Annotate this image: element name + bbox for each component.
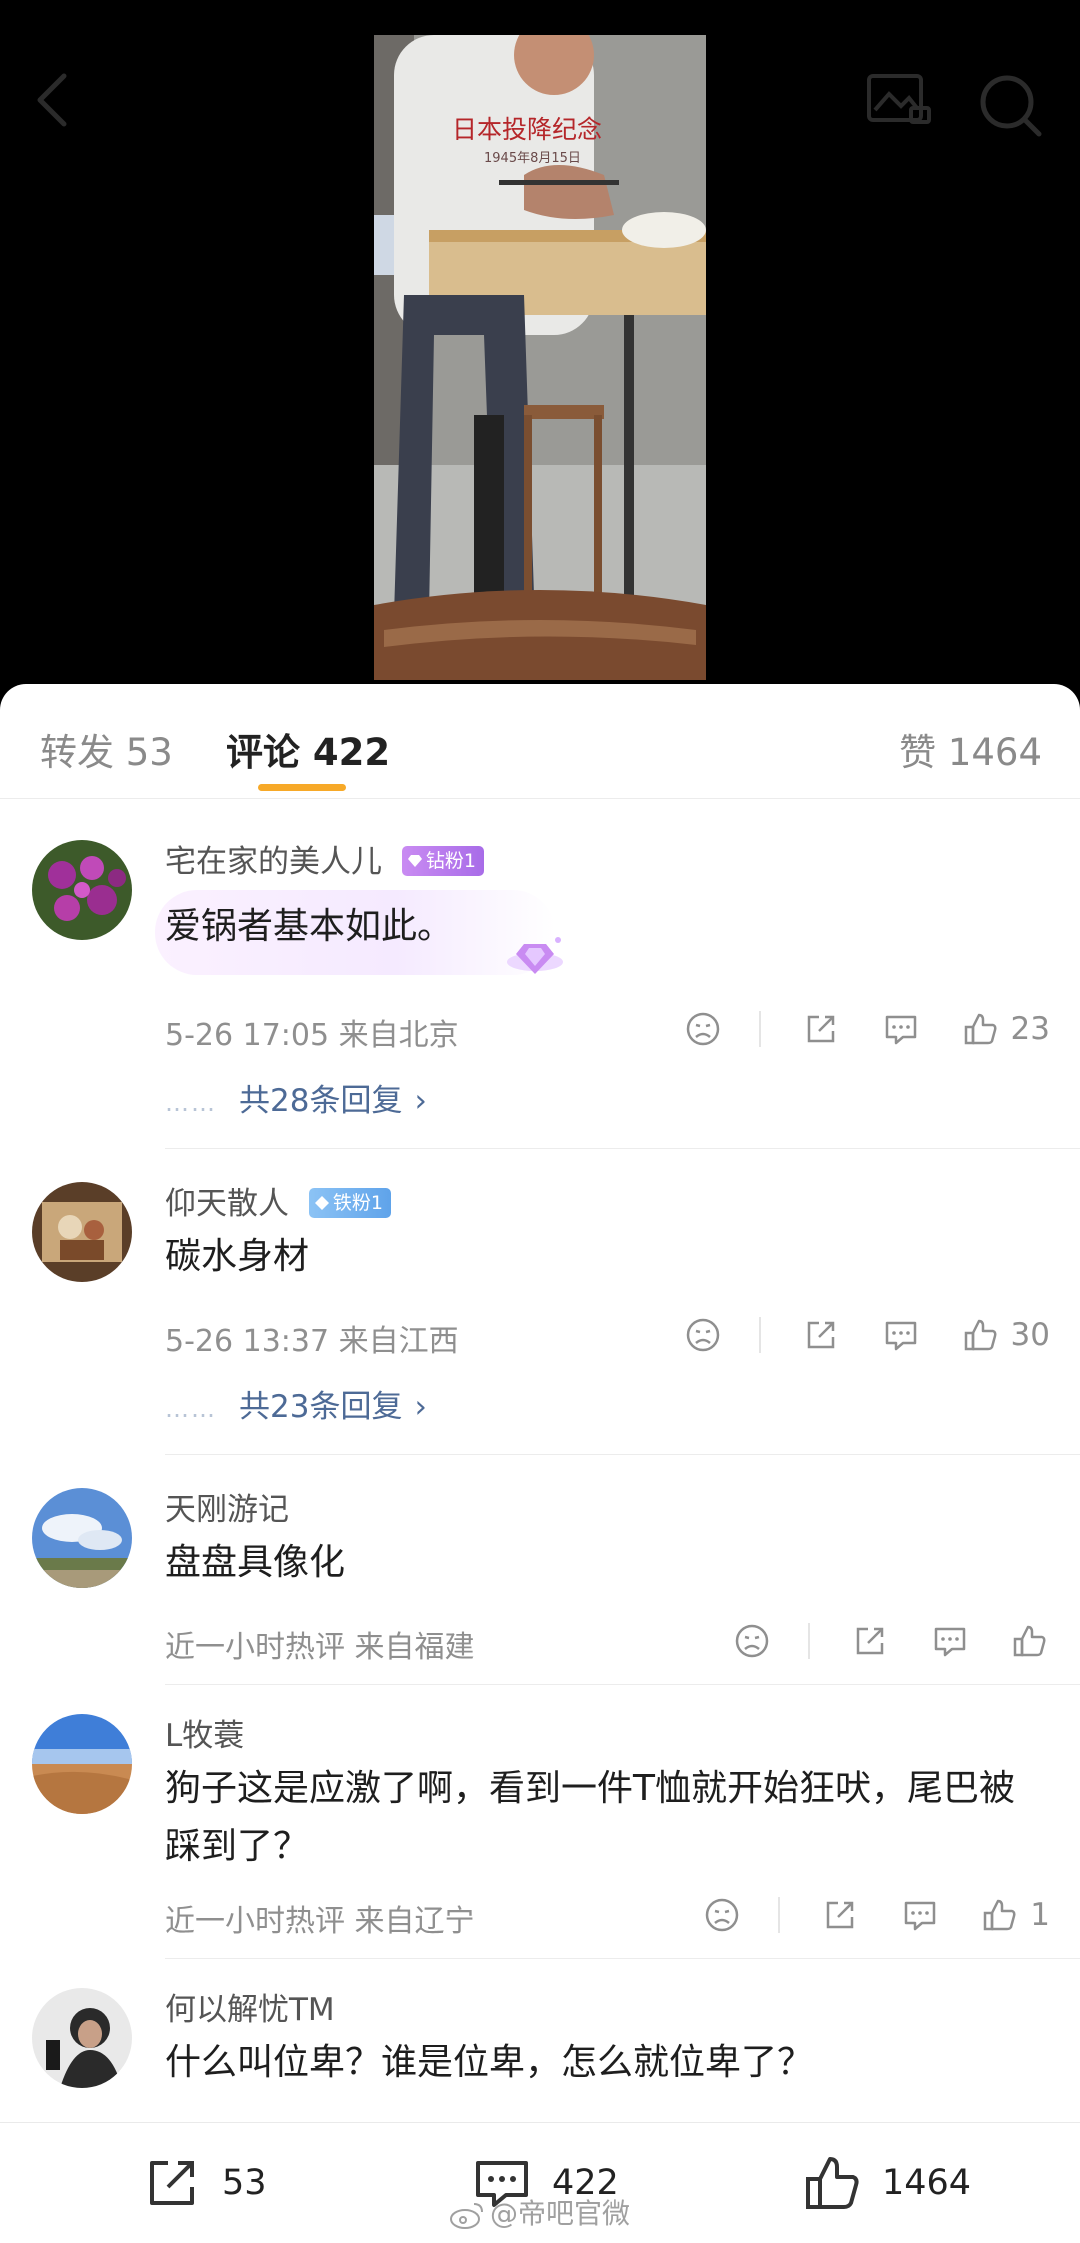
comment-icon bbox=[885, 1015, 916, 1045]
avatar[interactable] bbox=[32, 1488, 132, 1588]
share-button[interactable] bbox=[850, 1621, 890, 1661]
view-replies-link[interactable]: …… 共23条回复 › bbox=[165, 1381, 427, 1426]
picture-icon[interactable] bbox=[865, 70, 935, 130]
comment-text: 什么叫位卑？谁是位卑，怎么就位卑了？ bbox=[165, 2042, 814, 2083]
tab-like[interactable]: 赞 1464 bbox=[899, 722, 1042, 776]
comment-actions: 1 bbox=[662, 1892, 1050, 1938]
search-icon[interactable] bbox=[975, 70, 1045, 140]
like-button[interactable]: 30 bbox=[961, 1315, 1050, 1355]
share-button[interactable] bbox=[801, 1009, 841, 1049]
watermark: @帝吧官微 bbox=[448, 2192, 630, 2232]
tab-repost[interactable]: 转发 53 bbox=[40, 722, 173, 776]
comment-sheet: 转发 53 评论 422 赞 1464 宅在家的美人儿 钻粉1 爱锅者基本如此。… bbox=[0, 684, 1080, 2243]
comment-meta: 近一小时热评 来自福建 bbox=[165, 1630, 475, 1665]
like-icon bbox=[806, 2157, 859, 2209]
avatar[interactable] bbox=[32, 840, 132, 940]
share-button[interactable] bbox=[801, 1315, 841, 1355]
comment-text: 盘盘具像化 bbox=[165, 1542, 346, 1583]
comment-meta: 5-26 17:05 来自北京 bbox=[165, 1018, 459, 1053]
like-count: 1 bbox=[1030, 1897, 1050, 1933]
weibo-icon bbox=[450, 2203, 483, 2229]
comment-username[interactable]: L牧蓑 bbox=[165, 1710, 244, 1755]
video-player[interactable]: 日本投降纪念 1945年8月15日 bbox=[0, 0, 1080, 690]
reply-button[interactable] bbox=[930, 1621, 970, 1661]
reply-button[interactable] bbox=[900, 1895, 940, 1935]
separator bbox=[778, 1897, 781, 1933]
chevron-right-icon: › bbox=[414, 1083, 427, 1119]
like-count: 30 bbox=[1010, 1317, 1050, 1353]
dislike-button[interactable] bbox=[683, 1315, 723, 1355]
share-icon bbox=[150, 2161, 194, 2205]
comment-meta: 5-26 13:37 来自江西 bbox=[165, 1324, 459, 1359]
like-count: 23 bbox=[1010, 1011, 1050, 1047]
separator bbox=[808, 1623, 810, 1659]
comment-text: 碳水身材 bbox=[165, 1236, 310, 1277]
comment-icon bbox=[905, 1901, 936, 1931]
fan-badge[interactable]: 钻粉1 bbox=[401, 845, 484, 876]
fan-badge[interactable]: 铁粉1 bbox=[308, 1187, 391, 1218]
separator bbox=[758, 1011, 761, 1047]
like-icon bbox=[964, 1013, 997, 1045]
repost-count: 53 bbox=[222, 2163, 267, 2203]
like-button[interactable]: 1 bbox=[980, 1895, 1050, 1935]
comment-username[interactable]: 宅在家的美人儿 钻粉1 bbox=[165, 836, 484, 881]
comment-icon bbox=[885, 1321, 916, 1351]
avatar[interactable] bbox=[32, 1714, 132, 1814]
like-button[interactable]: 1464 bbox=[800, 2151, 971, 2215]
divider bbox=[165, 1454, 1080, 1455]
tab-comment[interactable]: 评论 422 bbox=[226, 722, 390, 776]
like-count: 1464 bbox=[882, 2163, 972, 2203]
divider bbox=[165, 1148, 1080, 1149]
like-button[interactable]: 23 bbox=[961, 1009, 1050, 1049]
dislike-button[interactable] bbox=[683, 1009, 723, 1049]
dislike-icon bbox=[735, 1624, 769, 1658]
dislike-button[interactable] bbox=[702, 1895, 742, 1935]
like-icon bbox=[1013, 1625, 1046, 1657]
reply-button[interactable] bbox=[881, 1009, 921, 1049]
tab-bar: 转发 53 评论 422 赞 1464 bbox=[0, 684, 1080, 799]
share-icon bbox=[827, 1901, 854, 1929]
svg-text:1945年8月15日: 1945年8月15日 bbox=[484, 151, 581, 166]
view-replies-link[interactable]: …… 共28条回复 › bbox=[165, 1075, 427, 1120]
share-icon bbox=[807, 1015, 834, 1043]
avatar[interactable] bbox=[32, 1182, 132, 1282]
comment-username[interactable]: 仰天散人 铁粉1 bbox=[165, 1178, 391, 1223]
comment-actions: 23 bbox=[643, 1006, 1050, 1052]
share-icon bbox=[807, 1321, 834, 1349]
like-icon bbox=[964, 1319, 997, 1351]
video-frame[interactable]: 日本投降纪念 1945年8月15日 bbox=[374, 35, 706, 680]
comment-actions bbox=[692, 1618, 1050, 1664]
diamond-icon bbox=[314, 1195, 329, 1210]
divider bbox=[165, 1684, 1080, 1685]
repost-button[interactable]: 53 bbox=[140, 2151, 267, 2215]
avatar[interactable] bbox=[32, 1988, 132, 2088]
comment-text: 爱锅者基本如此。 bbox=[165, 906, 454, 947]
dislike-button[interactable] bbox=[732, 1621, 772, 1661]
share-icon bbox=[856, 1627, 884, 1655]
divider bbox=[165, 1958, 1080, 1959]
dislike-icon bbox=[686, 1318, 719, 1352]
back-icon[interactable] bbox=[30, 70, 74, 130]
comment-icon bbox=[934, 1627, 966, 1657]
dislike-icon bbox=[686, 1012, 719, 1046]
like-icon bbox=[984, 1899, 1016, 1931]
comment-text: 狗子这是应激了啊，看到一件T恤就开始狂吠，尾巴被踩到了？ bbox=[165, 1768, 1015, 1867]
comment-actions: 30 bbox=[643, 1312, 1050, 1358]
comment-username[interactable]: 天刚游记 bbox=[165, 1484, 289, 1529]
separator bbox=[758, 1317, 761, 1353]
comment-username[interactable]: 何以解忧TM bbox=[165, 1984, 335, 2029]
comment-meta: 近一小时热评 来自辽宁 bbox=[165, 1904, 475, 1939]
shirt-text: 日本投降纪念 bbox=[452, 115, 602, 144]
reply-button[interactable] bbox=[881, 1315, 921, 1355]
share-button[interactable] bbox=[820, 1895, 860, 1935]
active-tab-indicator bbox=[258, 784, 346, 791]
diamond-icon bbox=[407, 854, 422, 867]
chevron-right-icon: › bbox=[414, 1389, 427, 1425]
like-button[interactable] bbox=[1010, 1621, 1050, 1661]
dislike-icon bbox=[706, 1898, 739, 1932]
